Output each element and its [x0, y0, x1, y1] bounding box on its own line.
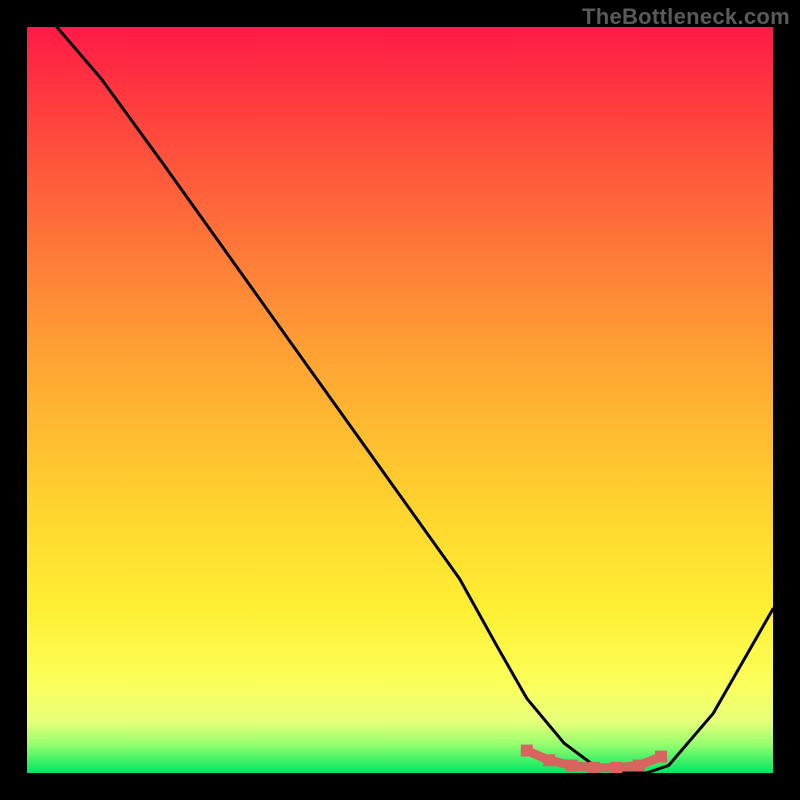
optimal-range-point [655, 751, 667, 763]
optimal-range-point [633, 760, 645, 772]
chart-container: TheBottleneck.com [0, 0, 800, 800]
optimal-range-point [521, 745, 533, 757]
optimal-range-point [543, 754, 555, 766]
optimal-range-point [566, 760, 578, 772]
optimal-range-point [588, 762, 600, 773]
watermark-text: TheBottleneck.com [582, 4, 790, 30]
curve-layer [27, 27, 773, 773]
optimal-range-point [610, 762, 622, 773]
plot-area [27, 27, 773, 773]
bottleneck-curve [57, 27, 773, 773]
optimal-range-marker [521, 745, 667, 773]
